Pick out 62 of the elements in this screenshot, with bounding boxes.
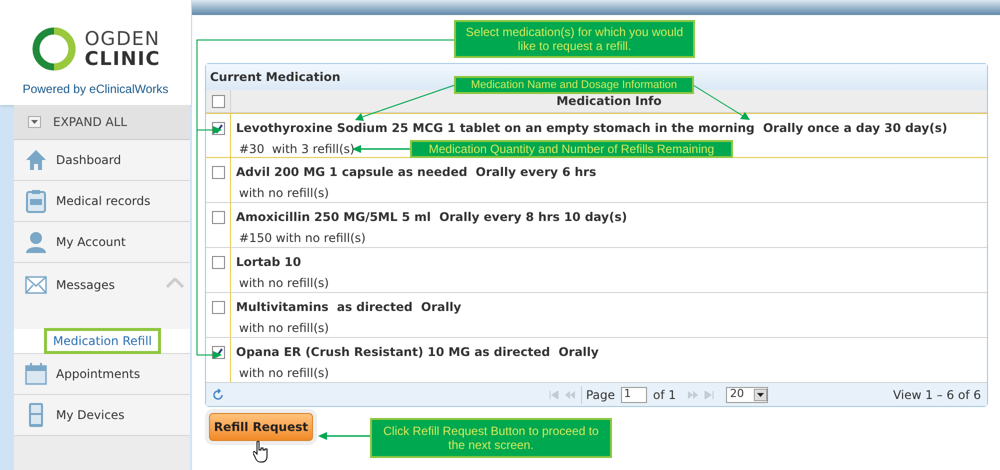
nav-label: Dashboard: [56, 152, 122, 169]
medication-detail: with no refill(s): [238, 365, 329, 382]
callout: Click Refill Request Button to proceed to the next screen.: [370, 418, 612, 458]
checkbox[interactable]: [212, 211, 224, 224]
expand-all-button[interactable]: EXPAND ALL: [14, 105, 190, 140]
view-count: View 1 – 6 of 6: [892, 386, 981, 404]
nav-item[interactable]: My Devices: [14, 395, 190, 435]
dropdown-icon: [28, 116, 41, 128]
logo-text: CLINIC: [84, 49, 160, 69]
powered-by-text: Powered by eClinicalWorks: [22, 81, 168, 98]
medication-name: Advil 200 MG 1 capsule as needed Orally every 6 hrs: [236, 164, 596, 181]
refresh-icon[interactable]: [212, 388, 224, 400]
nav-item[interactable]: My Account: [14, 222, 190, 262]
medication-detail: with no refill(s): [238, 320, 329, 337]
page-count: of 1: [653, 386, 676, 404]
medication-name: Multivitamins as directed Orally: [236, 299, 462, 316]
column-header: Medication Info: [556, 93, 662, 109]
checkbox[interactable]: [212, 166, 224, 179]
leader-line: [692, 84, 750, 120]
checkbox[interactable]: [212, 94, 224, 108]
logo-icon: [30, 26, 77, 72]
medication-detail: #150 with no refill(s): [238, 230, 366, 247]
collapse-icon: [166, 278, 184, 288]
page-input[interactable]: 1: [621, 386, 647, 402]
checkbox[interactable]: [212, 301, 224, 314]
envelope-icon: [25, 276, 47, 294]
medication-name: Lortab 10: [236, 254, 302, 271]
clipboard-icon: [26, 189, 46, 213]
callout: Select medication(s) for which you would like to request a refill.: [454, 20, 695, 58]
medication-row[interactable]: Multivitamins as directed Orally with no refill(s): [206, 293, 987, 338]
nav-item[interactable]: Appointments: [14, 354, 190, 394]
nav-label: Medical records: [56, 193, 152, 210]
nav-label: My Account: [56, 234, 127, 251]
medication-name: Opana ER (Crush Resistant) 10 MG as directed Orally: [236, 344, 599, 361]
medication-name: Levothyroxine Sodium 25 MCG 1 tablet on an empty stomach in the morning Orally once a day 30 day(s): [236, 120, 948, 137]
medication-detail: with no refill(s): [238, 185, 329, 202]
nav-label: Messages: [56, 277, 116, 294]
callout: Medication Name and Dosage Information: [454, 76, 694, 94]
logo-text: OGDEN: [84, 29, 160, 49]
pointer-cursor-icon: [253, 441, 269, 463]
page-label: Page: [580, 386, 615, 404]
nav-item[interactable]: Dashboard: [14, 140, 190, 180]
nav-item[interactable]: Messages: [14, 263, 190, 329]
medication-detail: #30 with 3 refill(s): [238, 141, 355, 158]
nav-label: My Devices: [56, 407, 126, 424]
dropdown-icon: [754, 388, 768, 400]
person-icon: [25, 231, 47, 253]
home-icon: [25, 149, 47, 171]
phone-icon: [28, 402, 44, 428]
medication-row[interactable]: Lortab 10 with no refill(s): [206, 248, 987, 293]
calendar-icon: [25, 363, 47, 385]
checkbox[interactable]: [212, 256, 224, 269]
panel-title: Current Medication: [210, 69, 340, 86]
medication-row[interactable]: Amoxicillin 250 MG/5ML 5 ml Orally every 8 hrs 10 day(s) #150 with no refill(s): [206, 203, 987, 248]
page-size-select[interactable]: 20: [726, 386, 768, 402]
sub-nav-item[interactable]: Medication Refill: [44, 328, 161, 354]
medication-name: Amoxicillin 250 MG/5ML 5 ml Orally every 8 hrs 10 day(s): [236, 209, 628, 226]
callout: Medication Quantity and Number of Refills Remaining: [410, 140, 733, 158]
nav-label: Appointments: [56, 366, 142, 383]
leader-line: [318, 432, 370, 440]
medication-detail: with no refill(s): [238, 275, 329, 292]
nav-item[interactable]: Medical records: [14, 181, 190, 221]
